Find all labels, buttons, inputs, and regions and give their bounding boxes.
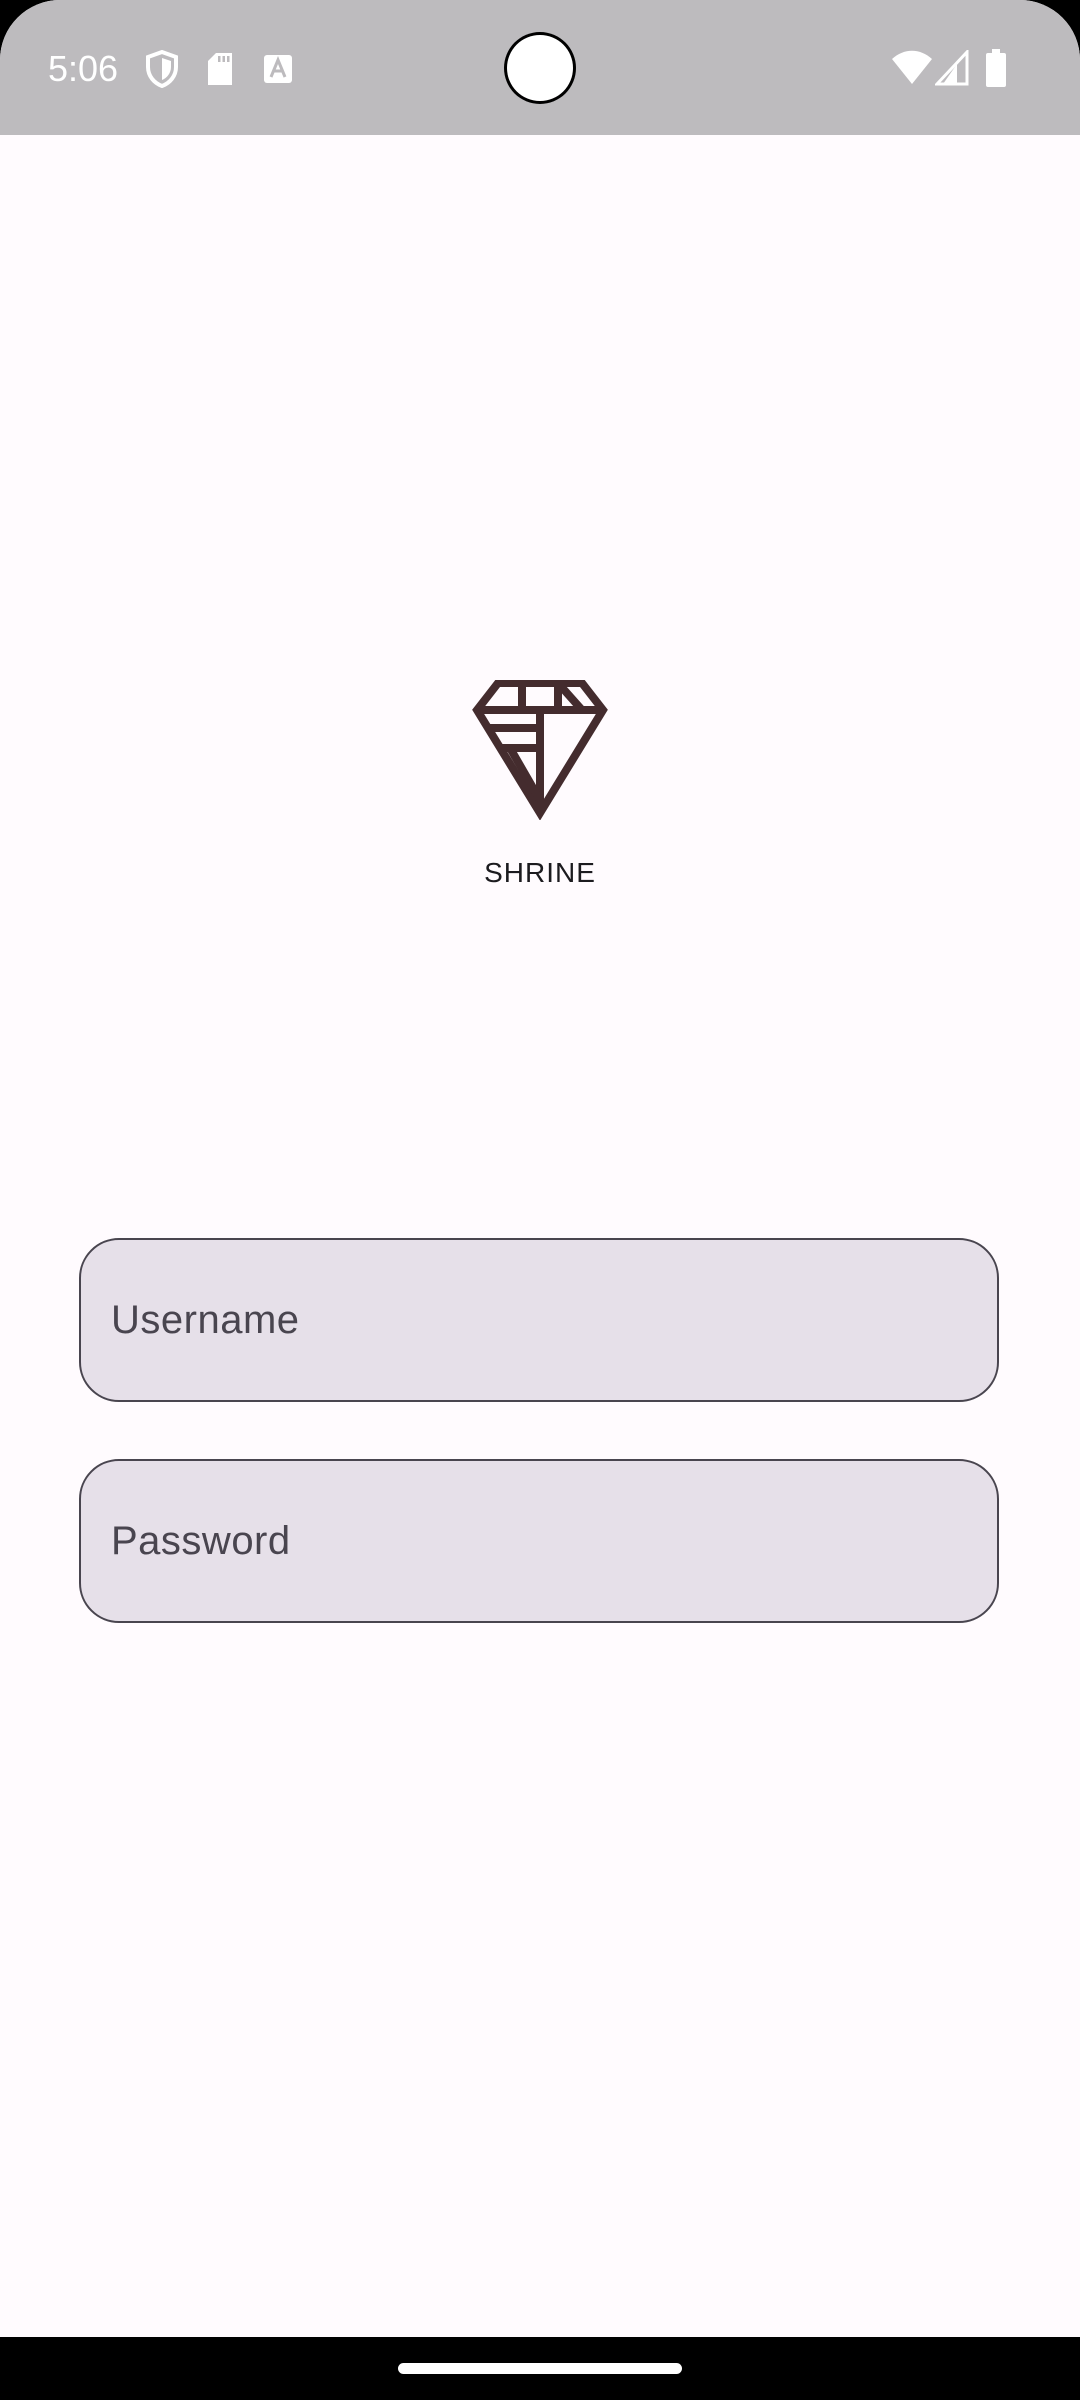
app-name: SHRINE [484,857,596,888]
battery-icon [986,49,1006,87]
wifi-icon [892,50,932,84]
password-field[interactable]: Password [79,1459,999,1623]
diamond-logo-icon [472,680,608,820]
password-label: Password [111,1518,291,1563]
status-time: 5:06 [48,48,119,89]
home-indicator-icon[interactable] [398,2363,682,2374]
login-screen: 5:06 SHRINE Username Password [0,0,1080,2337]
signal-icon [935,50,969,86]
username-field[interactable]: Username [79,1238,999,1402]
navigation-bar [0,2337,1080,2400]
shield-icon [146,50,178,88]
status-bar: 5:06 [0,0,1080,135]
front-camera [507,35,573,101]
text-a-icon [264,55,292,83]
sd-card-icon [208,53,232,85]
username-label: Username [111,1297,300,1342]
